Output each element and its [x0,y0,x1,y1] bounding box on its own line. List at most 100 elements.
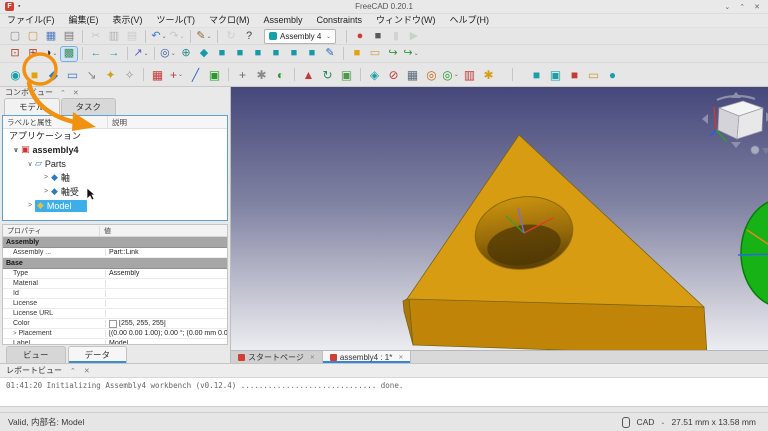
combo-view-close-button[interactable]: ✕ [73,89,79,97]
property-value[interactable]: Assembly [109,270,139,277]
new-part-container-icon[interactable]: ■ [349,47,365,61]
new-lcs-icon[interactable]: + ⌄ [168,66,185,84]
tab-assembly4-document[interactable]: assembly4 : 1* ✕ [322,351,412,363]
animate-assembly-icon[interactable]: ◈ [366,66,383,84]
expander-icon[interactable]: ∨ [11,146,21,154]
make-link-icon[interactable]: ↪ [385,47,401,61]
new-lcs-dropdown-icon[interactable]: ⌄ [178,71,183,78]
link-select-dropdown-icon[interactable]: ⌄ [144,50,149,57]
link-select-icon[interactable]: ↗ ⌄ [133,47,149,61]
property-value[interactable]: [255, 255, 255] [119,320,166,327]
whats-this-icon[interactable]: ? [241,29,257,43]
mirror-part-icon[interactable]: ■ [528,66,545,84]
add-constraint-icon[interactable]: ◐ [272,66,289,84]
tree-item-model[interactable]: > ◆ Model [3,199,227,213]
property-group-base[interactable]: Base [3,258,227,270]
zoom-selection-dropdown-icon[interactable]: ⌄ [454,71,459,78]
tab-close-icon[interactable]: ✕ [398,354,403,361]
shape-binder-icon[interactable]: ✧ [121,66,138,84]
save-icon[interactable]: ▦ [43,29,59,43]
3d-viewport[interactable] [231,87,768,356]
minimize-button[interactable]: ⌄ [724,3,730,11]
nav-style-dropdown-icon[interactable]: ⌄ [660,419,665,426]
property-row[interactable]: Material [3,279,227,290]
menu-macro[interactable]: マクロ(M) [202,14,257,27]
undo-dropdown-icon[interactable]: ⌄ [162,33,167,40]
property-group-assembly[interactable]: Assembly [3,237,227,249]
move-to-folder-icon[interactable]: ▭ [585,66,602,84]
tree-column-description[interactable]: 説明 [108,116,131,128]
zoom-selection-icon[interactable]: ◎ ⌄ [442,66,459,84]
tab-view[interactable]: ビュー [6,346,66,363]
report-close-button[interactable]: ✕ [84,367,90,375]
new-group-icon[interactable]: ▭ [367,47,383,61]
open-file-icon[interactable]: ▢ [25,29,41,43]
tree-item-parts[interactable]: ∨ ▱ Parts [3,157,227,171]
circular-array-icon[interactable]: ● [604,66,621,84]
release-attachment-icon[interactable]: ⊘ [385,66,402,84]
tree-column-label[interactable]: ラベルと属性 [3,115,108,128]
menu-help[interactable]: ヘルプ(H) [443,14,497,27]
fit-selection-icon[interactable]: ⊞ [25,47,41,61]
tab-start-page[interactable]: スタートページ ✕ [231,351,323,363]
print-icon[interactable]: ▤ [61,29,77,43]
menu-constraints[interactable]: Constraints [310,14,370,27]
new-assembly-icon[interactable]: ◉ [7,66,24,84]
property-column-name[interactable]: プロパティ [3,225,100,236]
nav-back-icon[interactable]: ← [88,47,104,61]
insert-link-icon[interactable]: ↘ [83,66,100,84]
delete-part-icon[interactable]: ■ [566,66,583,84]
property-row[interactable]: Assembly ... Part::Link [3,248,227,259]
view-front-icon[interactable]: ■ [214,47,230,61]
expander-icon[interactable]: > [41,188,51,195]
check-interference-icon[interactable]: ◎ [423,66,440,84]
undo-icon[interactable]: ↶ ⌄ [151,29,167,43]
maximize-button[interactable]: ⌃ [739,3,745,11]
tab-data[interactable]: データ [67,346,128,363]
menu-assembly[interactable]: Assembly [257,14,310,27]
menu-tools[interactable]: ツール(T) [150,14,203,27]
combo-view-float-button[interactable]: ⌃ [60,89,66,97]
tab-model[interactable]: モデル [4,97,60,115]
menu-edit[interactable]: 編集(E) [62,14,106,27]
nav-style-selector[interactable]: CAD [636,417,654,427]
property-row[interactable]: > Placement [(0.00 0.00 1.00); 0.00 °; (0… [3,329,227,340]
bounding-box-icon[interactable]: ▩ [60,45,78,62]
update-assembly-icon[interactable]: ↻ [319,66,336,84]
new-axis-icon[interactable]: ╱ [187,66,204,84]
property-value[interactable]: Part::Link [109,249,139,256]
macro-stop-icon[interactable]: ■ [370,29,386,43]
make-sub-link-icon[interactable]: ↪ ⌄ [403,47,419,61]
view-left-icon[interactable]: ■ [304,47,320,61]
menu-file[interactable]: ファイル(F) [0,14,62,27]
tree-item-document[interactable]: ∨ ▣ assembly4 [3,143,227,157]
new-part-icon[interactable]: ■ [26,66,43,84]
view-rear-icon[interactable]: ■ [268,47,284,61]
macro-record-icon[interactable]: ● [352,29,368,43]
property-row[interactable]: Color [255, 255, 255] [3,319,227,330]
tree-item-part1[interactable]: > ◆ 軸 [3,171,227,185]
make-sub-link-dropdown-icon[interactable]: ⌄ [414,50,419,57]
nav-forward-icon[interactable]: → [106,47,122,61]
tree-item-application[interactable]: アプリケーション [3,129,227,143]
tab-close-icon[interactable]: ✕ [310,354,315,361]
menu-view[interactable]: 表示(V) [106,14,150,27]
zoom-dropdown-icon[interactable]: ⌄ [171,50,176,57]
edit-mode-dropdown-icon[interactable]: ⌄ [207,33,212,40]
import-part-icon[interactable]: ✦ [102,66,119,84]
assembly-help-icon[interactable]: ✱ [480,66,497,84]
assembly-tree-icon[interactable]: ▦ [404,66,421,84]
draw-style-icon[interactable]: ◑ ⌄ [43,47,59,61]
new-file-icon[interactable]: ▢ [7,29,23,43]
new-sketch-icon[interactable]: ▦ [149,66,166,84]
bill-of-materials-icon[interactable]: ▥ [461,66,478,84]
view-top-icon[interactable]: ■ [232,47,248,61]
expander-icon[interactable]: > [41,174,51,181]
property-value[interactable]: [(0.00 0.00 1.00); 0.00 °; (0.00 mm 0.00… [109,330,227,337]
new-body-icon[interactable]: ◆ [45,66,62,84]
measure-icon[interactable]: ✎ [322,47,338,61]
tree-item-part2[interactable]: > ◆ 軸受 [3,185,227,199]
attach-lcs-icon[interactable]: ✱ [253,66,270,84]
view-right-icon[interactable]: ■ [250,47,266,61]
new-variable-icon[interactable]: ▣ [206,66,223,84]
